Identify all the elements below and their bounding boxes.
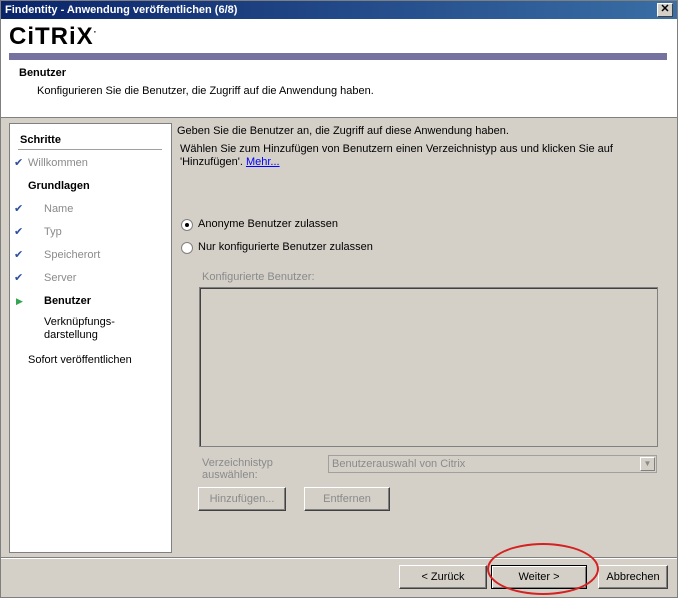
close-icon: ✕ [660,3,670,15]
page-title: Benutzer [19,67,67,79]
steps-heading: Schritte [20,134,61,146]
add-button[interactable]: Hinzufügen... [198,487,286,511]
window-title: Findentity - Anwendung veröffentlichen (… [5,4,238,16]
remove-button[interactable]: Entfernen [304,487,390,511]
wizard-window: Findentity - Anwendung veröffentlichen (… [0,0,678,598]
radio-label: Nur konfigurierte Benutzer zulassen [198,241,373,253]
header-accent-bar [9,53,667,60]
radio-label: Anonyme Benutzer zulassen [198,218,339,230]
radio-selected-icon [181,219,193,231]
step-server: ✔ Server [10,269,171,287]
step-label: Name [44,203,74,215]
step-label: Sofort veröffentlichen [28,354,132,366]
footer-divider [1,557,677,558]
intro-text: Geben Sie die Benutzer an, die Zugriff a… [177,125,509,137]
configured-users-label: Konfigurierte Benutzer: [202,271,315,283]
radio-configured-users[interactable]: Nur konfigurierte Benutzer zulassen [181,241,481,257]
step-benutzer: ▶ Benutzer [10,292,171,310]
main-content: Geben Sie die Benutzer an, die Zugriff a… [177,123,667,551]
title-bar: Findentity - Anwendung veröffentlichen (… [1,1,677,19]
steps-divider [18,149,162,150]
step-speicherort: ✔ Speicherort [10,246,171,264]
directory-type-label: Verzeichnistyp auswählen: [202,457,273,481]
step-willkommen: ✔ Willkommen [10,154,171,172]
arrow-right-icon: ▶ [16,296,23,306]
steps-panel: Schritte ✔ Willkommen Grundlagen ✔ Name … [9,123,172,553]
check-icon: ✔ [14,249,24,261]
step-label: Server [44,272,77,284]
chevron-down-icon: ▼ [640,457,655,471]
directory-type-select[interactable]: Benutzerauswahl von Citrix ▼ [328,455,657,473]
back-button[interactable]: < Zurück [399,565,487,589]
check-icon: ✔ [14,226,24,238]
wizard-header: CiTRiX· Benutzer Konfigurieren Sie die B… [1,19,677,118]
more-link[interactable]: Mehr... [246,156,280,168]
step-label-current: Benutzer [44,295,92,307]
radio-unselected-icon [181,242,193,254]
step-label: Verknüpfungs-darstellung [44,316,115,341]
instruction-text: Wählen Sie zum Hinzufügen von Benutzern … [180,143,613,168]
step-verknuepfungsdarstellung: Verknüpfungs-darstellung [10,316,171,346]
step-group-label: Grundlagen [28,180,90,192]
radio-anonymous-users[interactable]: Anonyme Benutzer zulassen [181,218,481,234]
next-button[interactable]: Weiter > [491,565,587,589]
check-icon: ✔ [14,203,24,215]
citrix-logo: CiTRiX· [9,23,98,50]
step-label: Willkommen [28,157,88,169]
step-label: Typ [44,226,62,238]
step-sofort-veroeffentlichen: Sofort veröffentlichen [10,351,171,369]
page-description: Konfigurieren Sie die Benutzer, die Zugr… [37,85,374,97]
step-typ: ✔ Typ [10,223,171,241]
step-grundlagen: Grundlagen [10,177,171,195]
directory-type-value: Benutzerauswahl von Citrix [332,458,466,470]
step-label: Speicherort [44,249,101,261]
cancel-button[interactable]: Abbrechen [598,565,668,589]
check-icon: ✔ [14,272,24,284]
check-icon: ✔ [14,157,24,169]
close-button[interactable]: ✕ [657,3,673,17]
step-name: ✔ Name [10,200,171,218]
configured-users-list[interactable] [199,287,658,447]
